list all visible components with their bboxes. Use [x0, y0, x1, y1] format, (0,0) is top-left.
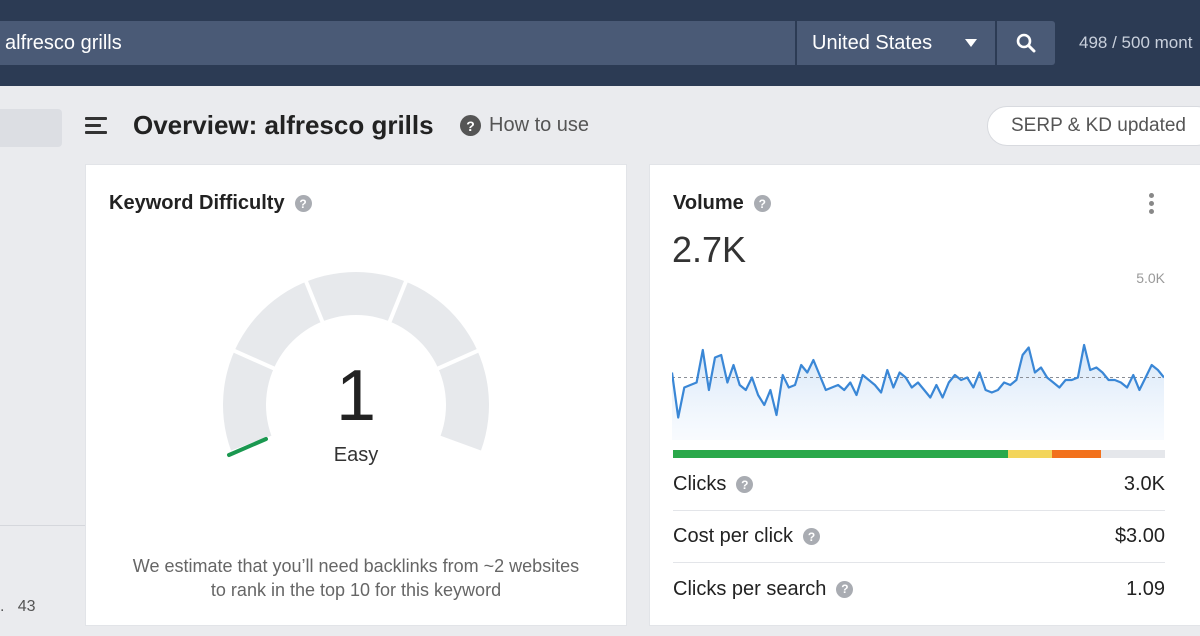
- volume-trend-area: [672, 345, 1164, 440]
- volume-help-icon[interactable]: ?: [753, 195, 771, 212]
- kd-title-text: Keyword Difficulty: [109, 192, 285, 214]
- volume-card-title: Volume ?: [673, 192, 771, 215]
- clicks-value: 3.0K: [1123, 473, 1165, 495]
- kd-help-icon[interactable]: ?: [294, 195, 312, 212]
- sidebar-divider: [0, 525, 86, 526]
- how-to-use-label: How to use: [489, 114, 590, 136]
- search-icon: [1016, 33, 1036, 53]
- volume-axis-max: 5.0K: [1136, 270, 1165, 286]
- help-icon: ?: [460, 115, 481, 136]
- cps-help-icon[interactable]: ?: [836, 580, 854, 598]
- country-select-label: United States: [812, 31, 933, 54]
- share-bar-segment-paid-low: [1007, 450, 1052, 458]
- kd-card-title: Keyword Difficulty ?: [109, 192, 312, 215]
- metric-row-clicks-per-search: Clicks per search? 1.09: [673, 563, 1165, 615]
- share-bar-segment-no-clicks: [1101, 450, 1165, 458]
- cpc-help-icon[interactable]: ?: [803, 528, 821, 545]
- share-bar-segment-paid-high: [1051, 450, 1102, 458]
- kd-score-label: Easy: [333, 444, 379, 466]
- volume-card: Volume ? 2.7K 5.0K Clicks? 3.0K Cost per…: [650, 165, 1200, 625]
- volume-title-text: Volume: [673, 192, 744, 214]
- cps-label: Clicks per search: [673, 577, 827, 600]
- metric-row-cpc: Cost per click? $3.00: [673, 511, 1165, 563]
- kd-description-line-2: to rank in the top 10 for this keyword: [210, 580, 502, 600]
- kd-score: 1: [335, 356, 377, 436]
- how-to-use-link[interactable]: ? How to use: [460, 114, 589, 137]
- page-title: Overview: alfresco grills: [133, 110, 434, 140]
- kd-description: We estimate that you’ll need backlinks f…: [106, 554, 606, 602]
- keyword-difficulty-card: Keyword Difficulty ? 1 Easy We estimate …: [86, 165, 626, 625]
- cpc-label: Cost per click: [673, 525, 794, 547]
- clicks-help-icon[interactable]: ?: [736, 476, 754, 493]
- country-select[interactable]: United States: [797, 21, 995, 65]
- clicks-label: Clicks: [673, 473, 727, 495]
- credits-counter: 498 / 500 mont: [1079, 33, 1193, 52]
- metric-row-clicks: Clicks? 3.0K: [673, 459, 1165, 511]
- cps-value: 1.09: [1126, 577, 1165, 600]
- share-bar-segment-organic: [673, 450, 1008, 458]
- volume-trend-chart: [672, 343, 1164, 440]
- sidebar-stub[interactable]: [0, 109, 62, 147]
- volume-value: 2.7K: [672, 229, 747, 270]
- more-options-icon[interactable]: [1146, 193, 1158, 215]
- hamburger-menu-icon[interactable]: [85, 117, 109, 135]
- sidebar-stub-number: . 43: [0, 598, 36, 615]
- caret-down-icon: [965, 39, 977, 47]
- top-bar: alfresco grills United States 498 / 500 …: [0, 0, 1200, 86]
- serp-kd-updated-pill[interactable]: SERP & KD updated: [987, 106, 1200, 146]
- keyword-search-input[interactable]: alfresco grills: [0, 21, 795, 65]
- cpc-value: $3.00: [1114, 525, 1165, 547]
- kd-description-line-1: We estimate that you’ll need backlinks f…: [132, 556, 580, 576]
- search-button[interactable]: [997, 21, 1055, 65]
